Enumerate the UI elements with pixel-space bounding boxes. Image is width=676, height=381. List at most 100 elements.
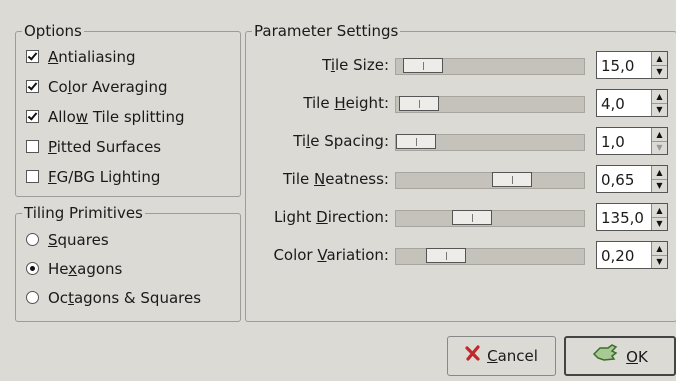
spin-down-icon[interactable]: ▼ bbox=[652, 255, 667, 268]
spinbox-value[interactable]: 15,0 bbox=[601, 57, 634, 75]
param-text-pre: Color bbox=[273, 246, 318, 264]
spinbox-buttons: ▲ ▼ bbox=[651, 90, 667, 116]
param-spinbox[interactable]: 15,0 ▲ ▼ bbox=[596, 51, 668, 79]
tiling-mnemonic: S bbox=[48, 231, 58, 249]
slider-thumb[interactable] bbox=[403, 58, 443, 73]
cancel-x-icon bbox=[465, 337, 481, 375]
tiling-title: Tiling Primitives bbox=[22, 204, 145, 222]
option-mnemonic: P bbox=[48, 138, 57, 156]
param-slider[interactable] bbox=[395, 172, 585, 189]
spin-up-icon[interactable]: ▲ bbox=[652, 204, 667, 218]
tiling-mnemonic: x bbox=[68, 260, 78, 278]
tiling-radio-2[interactable]: Octagons & Squares bbox=[26, 286, 201, 310]
param-label: Color Variation: bbox=[273, 246, 389, 264]
spin-down-icon[interactable]: ▼ bbox=[652, 217, 667, 230]
param-slider[interactable] bbox=[395, 134, 585, 151]
param-slider[interactable] bbox=[395, 58, 585, 75]
spin-up-icon[interactable]: ▲ bbox=[652, 242, 667, 256]
param-slider[interactable] bbox=[395, 248, 585, 265]
spin-down-icon[interactable]: ▼ bbox=[652, 65, 667, 78]
tiling-radio-0[interactable]: Squares bbox=[26, 228, 109, 252]
param-text-pre: T bbox=[322, 56, 331, 74]
option-mnemonic: F bbox=[48, 168, 57, 186]
param-spinbox[interactable]: 1,0 ▲ ▼ bbox=[596, 127, 668, 155]
checkbox-icon[interactable] bbox=[26, 80, 39, 93]
spin-up-icon[interactable]: ▲ bbox=[652, 166, 667, 180]
spin-up-icon[interactable]: ▲ bbox=[652, 52, 667, 66]
spin-up-icon[interactable]: ▲ bbox=[652, 128, 667, 142]
radio-icon[interactable] bbox=[26, 233, 39, 246]
ok-mnemonic: O bbox=[626, 348, 638, 366]
slider-thumb[interactable] bbox=[492, 172, 532, 187]
param-row-5: Color Variation: 0,20 ▲ ▼ bbox=[246, 240, 676, 270]
param-row-2: Tile Spacing: 1,0 ▲ ▼ bbox=[246, 126, 676, 156]
param-text-post: ariation: bbox=[326, 246, 389, 264]
spin-down-icon[interactable]: ▼ bbox=[652, 179, 667, 192]
param-text-post: irection: bbox=[327, 208, 389, 226]
param-label: Tile Neatness: bbox=[283, 170, 389, 188]
param-spinbox[interactable]: 4,0 ▲ ▼ bbox=[596, 89, 668, 117]
option-checkbox-0[interactable]: Antialiasing bbox=[26, 45, 136, 69]
checkbox-icon[interactable] bbox=[26, 140, 39, 153]
param-row-0: Tile Size: 15,0 ▲ ▼ bbox=[246, 50, 676, 80]
tiling-frame: Tiling Primitives Squares Hexagons Octagon… bbox=[15, 204, 241, 322]
radio-icon[interactable] bbox=[26, 262, 39, 275]
spinbox-value[interactable]: 0,20 bbox=[601, 247, 634, 265]
spin-down-icon[interactable]: ▼ bbox=[652, 103, 667, 116]
checkbox-icon[interactable] bbox=[26, 170, 39, 183]
param-row-1: Tile Height: 4,0 ▲ ▼ bbox=[246, 88, 676, 118]
param-row-3: Tile Neatness: 0,65 ▲ ▼ bbox=[246, 164, 676, 194]
tiling-text-pre: Oc bbox=[48, 289, 69, 307]
param-text-pre: Ti bbox=[293, 132, 307, 150]
spinbox-buttons: ▲ ▼ bbox=[651, 128, 667, 154]
param-label: Tile Size: bbox=[322, 56, 389, 74]
cancel-mnemonic: C bbox=[487, 347, 498, 365]
cancel-button[interactable]: Cancel bbox=[447, 336, 556, 376]
spinbox-buttons: ▲ ▼ bbox=[651, 242, 667, 268]
options-title: Options bbox=[22, 22, 84, 40]
option-checkbox-3[interactable]: Pitted Surfaces bbox=[26, 135, 161, 159]
slider-thumb[interactable] bbox=[399, 96, 439, 111]
option-checkbox-4[interactable]: FG/BG Lighting bbox=[26, 165, 160, 189]
ok-button[interactable]: OK bbox=[564, 336, 676, 376]
checkbox-icon[interactable] bbox=[26, 50, 39, 63]
tiling-text-pre: He bbox=[48, 260, 69, 278]
spinbox-value[interactable]: 4,0 bbox=[601, 95, 625, 113]
option-text-post: itted Surfaces bbox=[56, 138, 162, 156]
param-text-pre: Light bbox=[273, 208, 317, 226]
param-spinbox[interactable]: 0,20 ▲ ▼ bbox=[596, 241, 668, 269]
option-text-pre: Co bbox=[48, 78, 68, 96]
slider-thumb[interactable] bbox=[396, 134, 436, 149]
option-mnemonic: A bbox=[48, 48, 59, 66]
param-spinbox[interactable]: 0,65 ▲ ▼ bbox=[596, 165, 668, 193]
spinbox-value[interactable]: 135,0 bbox=[601, 209, 644, 227]
option-mnemonic: w bbox=[75, 108, 89, 126]
params-frame: Parameter Settings Tile Size: 15,0 ▲ ▼ Tile … bbox=[245, 22, 676, 322]
spinbox-value[interactable]: 0,65 bbox=[601, 171, 634, 189]
param-slider[interactable] bbox=[395, 210, 585, 227]
param-slider[interactable] bbox=[395, 96, 585, 113]
param-mnemonic: N bbox=[314, 170, 326, 188]
option-text-post: ntialiasing bbox=[58, 48, 136, 66]
slider-thumb[interactable] bbox=[426, 248, 466, 263]
option-checkbox-2[interactable]: Allow Tile splitting bbox=[26, 105, 185, 129]
ok-hand-icon bbox=[592, 338, 620, 376]
option-text-post: G/BG Lighting bbox=[56, 168, 161, 186]
spin-up-icon[interactable]: ▲ bbox=[652, 90, 667, 104]
option-checkbox-1[interactable]: Color Averaging bbox=[26, 75, 168, 99]
cancel-label: ancel bbox=[497, 347, 538, 365]
param-label: Tile Spacing: bbox=[293, 132, 389, 150]
tiling-radio-1[interactable]: Hexagons bbox=[26, 257, 122, 281]
param-spinbox[interactable]: 135,0 ▲ ▼ bbox=[596, 203, 668, 231]
tiling-text-post: agons bbox=[77, 260, 123, 278]
param-text-post: e Spacing: bbox=[310, 132, 389, 150]
slider-thumb[interactable] bbox=[452, 210, 492, 225]
spinbox-value[interactable]: 1,0 bbox=[601, 133, 625, 151]
checkbox-icon[interactable] bbox=[26, 110, 39, 123]
spinbox-buttons: ▲ ▼ bbox=[651, 204, 667, 230]
tiling-text-post: quares bbox=[57, 231, 109, 249]
radio-icon[interactable] bbox=[26, 291, 39, 304]
param-label: Tile Height: bbox=[303, 94, 389, 112]
param-text-pre: Tile bbox=[303, 94, 335, 112]
spin-down-icon[interactable]: ▼ bbox=[652, 141, 667, 154]
